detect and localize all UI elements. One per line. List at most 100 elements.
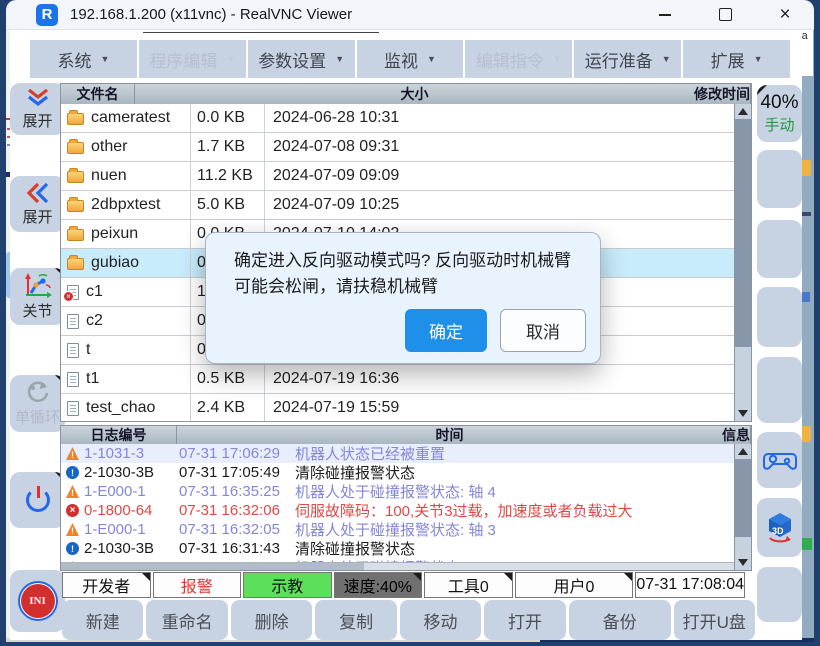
right-sidebar-button-empty[interactable]: [757, 567, 802, 622]
right-sidebar-button-empty[interactable]: [757, 220, 802, 278]
status-cell[interactable]: 07-31 17:08:04: [635, 572, 745, 598]
file-action-button[interactable]: 新建: [62, 600, 143, 640]
file-action-label: 移动: [424, 608, 458, 633]
chevron-down-icon: ▼: [427, 54, 436, 64]
menu-item-label: 扩展: [711, 47, 745, 72]
file-type-icon: [67, 229, 84, 241]
status-label: 工具0: [448, 573, 489, 597]
file-row[interactable]: cameratest 0.0 KB 2024-06-28 10:31: [61, 104, 734, 133]
file-column-header[interactable]: 修改时间: [694, 84, 751, 104]
file-action-button[interactable]: 删除: [231, 600, 312, 640]
menu-item[interactable]: 程序编辑 ▼: [139, 40, 246, 78]
file-size: 1.7 KB: [191, 133, 265, 161]
status-cell[interactable]: 速度:40%: [334, 572, 423, 598]
confirm-button[interactable]: 确定: [405, 309, 487, 352]
file-action-label: 重命名: [162, 608, 213, 633]
file-action-button[interactable]: 复制: [315, 600, 396, 640]
file-action-button[interactable]: 打开U盘: [674, 600, 755, 640]
file-action-button[interactable]: 打开: [484, 600, 565, 640]
menu-item[interactable]: 系统 ▼: [30, 40, 137, 78]
status-cell[interactable]: 开发者: [62, 572, 151, 598]
status-label: 报警: [181, 573, 213, 597]
single-cycle-button[interactable]: 单循环: [10, 375, 65, 432]
svg-text:3D: 3D: [772, 526, 784, 536]
file-table-scrollbar[interactable]: [734, 104, 751, 421]
file-column-header[interactable]: 大小: [135, 84, 694, 104]
speed-mode-button[interactable]: 40% 手动: [757, 85, 802, 142]
file-action-button[interactable]: 备份: [569, 600, 671, 640]
file-name: c2: [86, 312, 103, 330]
file-column-header[interactable]: 文件名: [61, 84, 135, 104]
log-message: 机器人处于碰撞报警状态: 轴 3: [295, 519, 734, 540]
scroll-up-icon[interactable]: [738, 448, 748, 455]
status-cell[interactable]: 示教: [243, 572, 332, 598]
menu-item-label: 系统: [57, 47, 91, 72]
file-name: 2dbpxtest: [91, 196, 160, 214]
menu-item[interactable]: 运行准备 ▼: [574, 40, 681, 78]
log-time: 07-31 16:32:05: [179, 521, 295, 538]
minimize-button[interactable]: [658, 8, 672, 22]
status-cell[interactable]: 用户0: [515, 572, 634, 598]
menu-item[interactable]: 编辑指令 ▼: [465, 40, 572, 78]
file-action-button[interactable]: 重命名: [146, 600, 227, 640]
file-row[interactable]: other 1.7 KB 2024-07-08 09:31: [61, 133, 734, 162]
scrollbar-thumb[interactable]: [61, 563, 364, 570]
3d-cube-icon: 3D: [762, 512, 798, 544]
log-table-body: 1-1031-3 07-31 17:06:29 机器人状态已经被重置 2-103…: [61, 444, 734, 562]
log-row[interactable]: 1-1031-3 07-31 17:06:29 机器人状态已经被重置: [61, 444, 734, 463]
log-message: 机器人处于碰撞报警状态: 轴 4: [295, 481, 734, 502]
log-column-header[interactable]: 时间: [177, 426, 722, 444]
menu-item[interactable]: 监视 ▼: [357, 40, 464, 78]
log-table-scrollbar[interactable]: [734, 444, 751, 570]
log-row[interactable]: 2-1030-3B 07-31 17:05:49 清除碰撞报警状态: [61, 463, 734, 482]
file-name: nuen: [91, 167, 127, 185]
view-3d-button[interactable]: 3D: [757, 498, 802, 557]
maximize-button[interactable]: [718, 8, 732, 22]
menu-bar: 系统 ▼ 程序编辑 ▼ 参数设置 ▼ 监视 ▼: [30, 40, 790, 78]
status-cell[interactable]: 工具0: [424, 572, 513, 598]
ini-icon: INI: [21, 584, 55, 618]
log-horizontal-scrollbar[interactable]: [61, 562, 734, 570]
file-row[interactable]: t1 0.5 KB 2024-07-19 16:36: [61, 365, 734, 394]
log-time: 07-31 16:35:25: [179, 483, 295, 500]
file-action-label: 新建: [86, 608, 120, 633]
right-sidebar-button-empty[interactable]: [757, 150, 802, 208]
file-row[interactable]: test_chao 2.4 KB 2024-07-19 15:59: [61, 394, 734, 421]
maximize-icon: [719, 8, 732, 21]
log-row[interactable]: 2-1030-3B 07-31 16:31:43 清除碰撞报警状态: [61, 539, 734, 558]
scrollbar-thumb[interactable]: [735, 459, 751, 537]
manual-mode-label: 手动: [764, 114, 794, 135]
gamepad-button[interactable]: [757, 432, 802, 488]
close-button[interactable]: ×: [778, 8, 792, 22]
chevron-down-icon: ▼: [100, 54, 109, 64]
scroll-down-icon[interactable]: [738, 410, 748, 417]
expand-left-button[interactable]: 展开: [10, 176, 65, 232]
double-chevron-down-icon: [25, 88, 51, 108]
power-button[interactable]: [10, 472, 65, 528]
menu-item[interactable]: 扩展 ▼: [683, 40, 790, 78]
cancel-button[interactable]: 取消: [500, 309, 586, 352]
log-row[interactable]: 0-1800-64 07-31 16:32:06 伺服故障码：100,关节3过载…: [61, 501, 734, 520]
expand-down-button[interactable]: 展开: [10, 83, 65, 135]
ini-button[interactable]: INI: [10, 570, 65, 632]
log-row[interactable]: 1-E000-1 07-31 16:35:25 机器人处于碰撞报警状态: 轴 4: [61, 482, 734, 501]
joint-mode-button[interactable]: 关节: [10, 268, 65, 325]
scrollbar-thumb[interactable]: [735, 119, 751, 347]
status-cell[interactable]: 报警: [153, 572, 242, 598]
log-column-header[interactable]: 信息: [722, 426, 751, 444]
scroll-up-icon[interactable]: [738, 108, 748, 115]
menu-item[interactable]: 参数设置 ▼: [248, 40, 355, 78]
file-type-icon: [67, 343, 79, 358]
chevron-down-icon: ▼: [226, 54, 235, 64]
log-time: 07-31 17:06:29: [179, 445, 295, 462]
scroll-down-icon[interactable]: [738, 559, 748, 566]
right-sidebar-button-empty[interactable]: [757, 287, 802, 347]
file-row[interactable]: 2dbpxtest 5.0 KB 2024-07-09 10:25: [61, 191, 734, 220]
log-row[interactable]: 1-E000-1 07-31 16:32:05 机器人处于碰撞报警状态: 轴 3: [61, 520, 734, 539]
log-column-header[interactable]: 日志编号: [61, 426, 177, 444]
right-sidebar-button-empty[interactable]: [757, 357, 802, 423]
chevron-down-icon: ▼: [335, 54, 344, 64]
file-action-button[interactable]: 移动: [400, 600, 481, 640]
file-date: 2024-07-08 09:31: [265, 138, 734, 156]
file-row[interactable]: nuen 11.2 KB 2024-07-09 09:09: [61, 162, 734, 191]
